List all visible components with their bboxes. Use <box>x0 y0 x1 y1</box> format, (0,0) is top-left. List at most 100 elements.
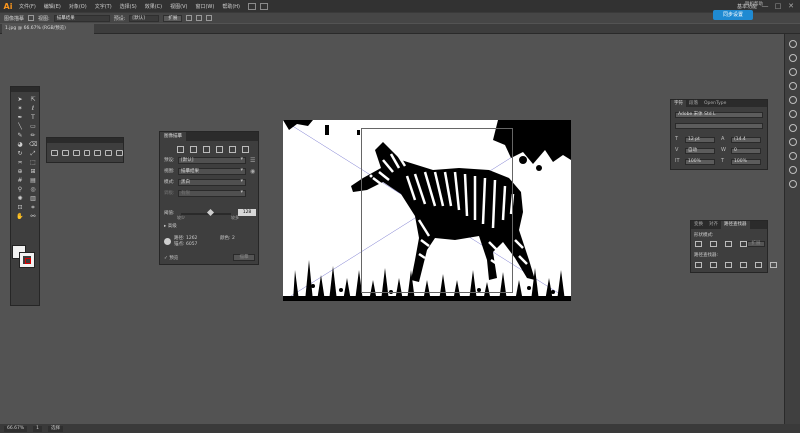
document-tab[interactable]: 1.jpg @ 66.67% (RGB/预览) <box>2 24 94 34</box>
isolate-icon[interactable] <box>206 15 213 21</box>
type-tool-icon[interactable]: T <box>29 114 37 121</box>
menu-effect[interactable]: 效果(C) <box>141 3 166 10</box>
pencil-tool-icon[interactable]: ✏ <box>29 132 37 139</box>
minus-front-icon[interactable] <box>710 241 717 247</box>
grayscale-preset-icon[interactable] <box>216 146 223 153</box>
tab-align[interactable]: 对齐 <box>706 221 721 229</box>
palette-dropdown[interactable]: 有限 <box>178 189 246 197</box>
outline-path-icon[interactable] <box>755 262 762 268</box>
selection-bounding-box[interactable] <box>361 128 513 293</box>
transparency-icon[interactable] <box>788 138 797 146</box>
align-icon[interactable] <box>186 15 193 21</box>
artboard-tool-icon[interactable]: ⊡ <box>16 204 24 211</box>
high-color-icon[interactable] <box>61 150 69 156</box>
perspective-grid-tool-icon[interactable]: ⊞ <box>29 168 37 175</box>
view-eye-icon[interactable]: ◉ <box>250 168 257 175</box>
horizontal-scale-field[interactable]: 100% <box>731 159 761 165</box>
rectangle-tool-icon[interactable]: ▭ <box>29 123 37 130</box>
font-size-field[interactable]: 12 pt <box>685 137 715 143</box>
preset-dropdown[interactable]: [默认] <box>178 156 246 164</box>
symbols-icon[interactable] <box>788 96 797 104</box>
black-white-icon[interactable] <box>94 150 102 156</box>
arrange-documents-icon[interactable] <box>260 2 268 10</box>
leading-field[interactable]: (14.4 <box>731 137 761 143</box>
gradient-icon[interactable] <box>788 124 797 132</box>
brushes-icon[interactable] <box>788 82 797 90</box>
rotate-tool-icon[interactable]: ↻ <box>16 150 24 157</box>
graphic-styles-icon[interactable] <box>788 166 797 174</box>
bridge-icon[interactable] <box>248 2 256 10</box>
threshold-slider[interactable] <box>181 213 231 215</box>
shape-builder-tool-icon[interactable]: ⊕ <box>16 168 24 175</box>
grayscale-icon[interactable] <box>83 150 91 156</box>
image-trace-tab[interactable]: 图像描摹 <box>160 132 186 141</box>
font-style-field[interactable] <box>675 123 763 129</box>
threshold-input[interactable]: 128 <box>238 209 256 216</box>
auto-color-preset-icon[interactable] <box>177 146 184 153</box>
divide-icon[interactable] <box>695 262 702 268</box>
expand-button[interactable]: 扩展 <box>163 14 183 22</box>
layers-icon[interactable] <box>788 180 797 188</box>
crop-icon[interactable] <box>740 262 747 268</box>
tab-character[interactable]: 字符 <box>671 100 686 107</box>
low-color-preset-icon[interactable] <box>203 146 210 153</box>
slice-tool-icon[interactable]: ⌗ <box>29 204 37 211</box>
mesh-tool-icon[interactable]: # <box>16 177 24 184</box>
menu-file[interactable]: 文件(F) <box>15 3 40 10</box>
view-dropdown[interactable]: 描摹结果 <box>53 14 110 22</box>
blend-tool-icon[interactable]: ◎ <box>29 186 37 193</box>
trace-button[interactable]: 描摹 <box>233 254 255 261</box>
outline-preset-icon[interactable] <box>242 146 249 153</box>
image-trace-titlebar[interactable]: 图像描摹 <box>160 132 258 141</box>
trace-panel-icon[interactable] <box>28 15 35 21</box>
appearance-icon[interactable] <box>788 152 797 160</box>
menu-window[interactable]: 窗口(W) <box>191 3 218 10</box>
eyedropper-tool-icon[interactable]: ⚲ <box>16 186 24 193</box>
direct-selection-tool-icon[interactable]: ⇱ <box>29 96 37 103</box>
preset-dropdown[interactable]: [默认] <box>129 14 160 22</box>
fill-stroke-swatches[interactable] <box>12 245 38 269</box>
stroke-swatch[interactable] <box>19 252 35 268</box>
preview-checkbox[interactable]: ✓ 预览 <box>164 255 178 261</box>
zoom-field[interactable]: 66.67% <box>4 425 28 432</box>
stroke-icon[interactable] <box>788 110 797 118</box>
close-button[interactable]: ✕ <box>786 2 796 10</box>
black-white-preset-icon[interactable] <box>229 146 236 153</box>
current-tool-status[interactable]: 选择 <box>48 425 64 432</box>
tab-opentype[interactable]: OpenType <box>701 100 729 107</box>
outline-icon[interactable] <box>105 150 113 156</box>
menu-help[interactable]: 帮助(H) <box>218 3 244 10</box>
color-guide-icon[interactable] <box>788 54 797 62</box>
color-panel-icon[interactable] <box>788 40 797 48</box>
artboard-page-field[interactable]: 1 <box>33 425 43 432</box>
minus-back-icon[interactable] <box>770 262 777 268</box>
hand-tool-icon[interactable]: ✋ <box>16 213 24 220</box>
kerning-field[interactable]: 自动 <box>685 148 715 154</box>
low-color-icon[interactable] <box>72 150 80 156</box>
menu-type[interactable]: 文字(T) <box>91 3 116 10</box>
blob-brush-tool-icon[interactable]: ◕ <box>16 141 24 148</box>
maximize-button[interactable]: □ <box>773 2 783 10</box>
sync-settings-button[interactable]: 同步设置 <box>713 10 753 20</box>
scale-tool-icon[interactable]: ⤢ <box>29 150 37 157</box>
magic-wand-tool-icon[interactable]: ✶ <box>16 105 24 112</box>
font-family-field[interactable]: Adobe 宋体 Std L <box>675 112 763 118</box>
menu-view[interactable]: 视图(V) <box>166 3 191 10</box>
menu-edit[interactable]: 编辑(E) <box>40 3 65 10</box>
swatches-icon[interactable] <box>788 68 797 76</box>
menu-object[interactable]: 对象(O) <box>65 3 91 10</box>
width-tool-icon[interactable]: ≍ <box>16 159 24 166</box>
pathfinder-expand-button[interactable]: 扩展 <box>747 241 765 247</box>
panel-menu-icon[interactable] <box>116 150 124 156</box>
line-tool-icon[interactable]: ╲ <box>16 123 24 130</box>
free-transform-tool-icon[interactable]: ⬚ <box>29 159 37 166</box>
preset-menu-icon[interactable]: ☰ <box>250 157 257 164</box>
trim-icon[interactable] <box>710 262 717 268</box>
auto-color-icon[interactable] <box>51 150 58 156</box>
pen-tool-icon[interactable]: ✒ <box>16 114 24 121</box>
help-search[interactable]: 联机帮助 <box>745 1 763 7</box>
zoom-tool-icon[interactable]: ⚯ <box>29 213 37 220</box>
vertical-scale-field[interactable]: 100% <box>685 159 715 165</box>
menu-select[interactable]: 选择(S) <box>116 3 141 10</box>
merge-icon[interactable] <box>725 262 732 268</box>
